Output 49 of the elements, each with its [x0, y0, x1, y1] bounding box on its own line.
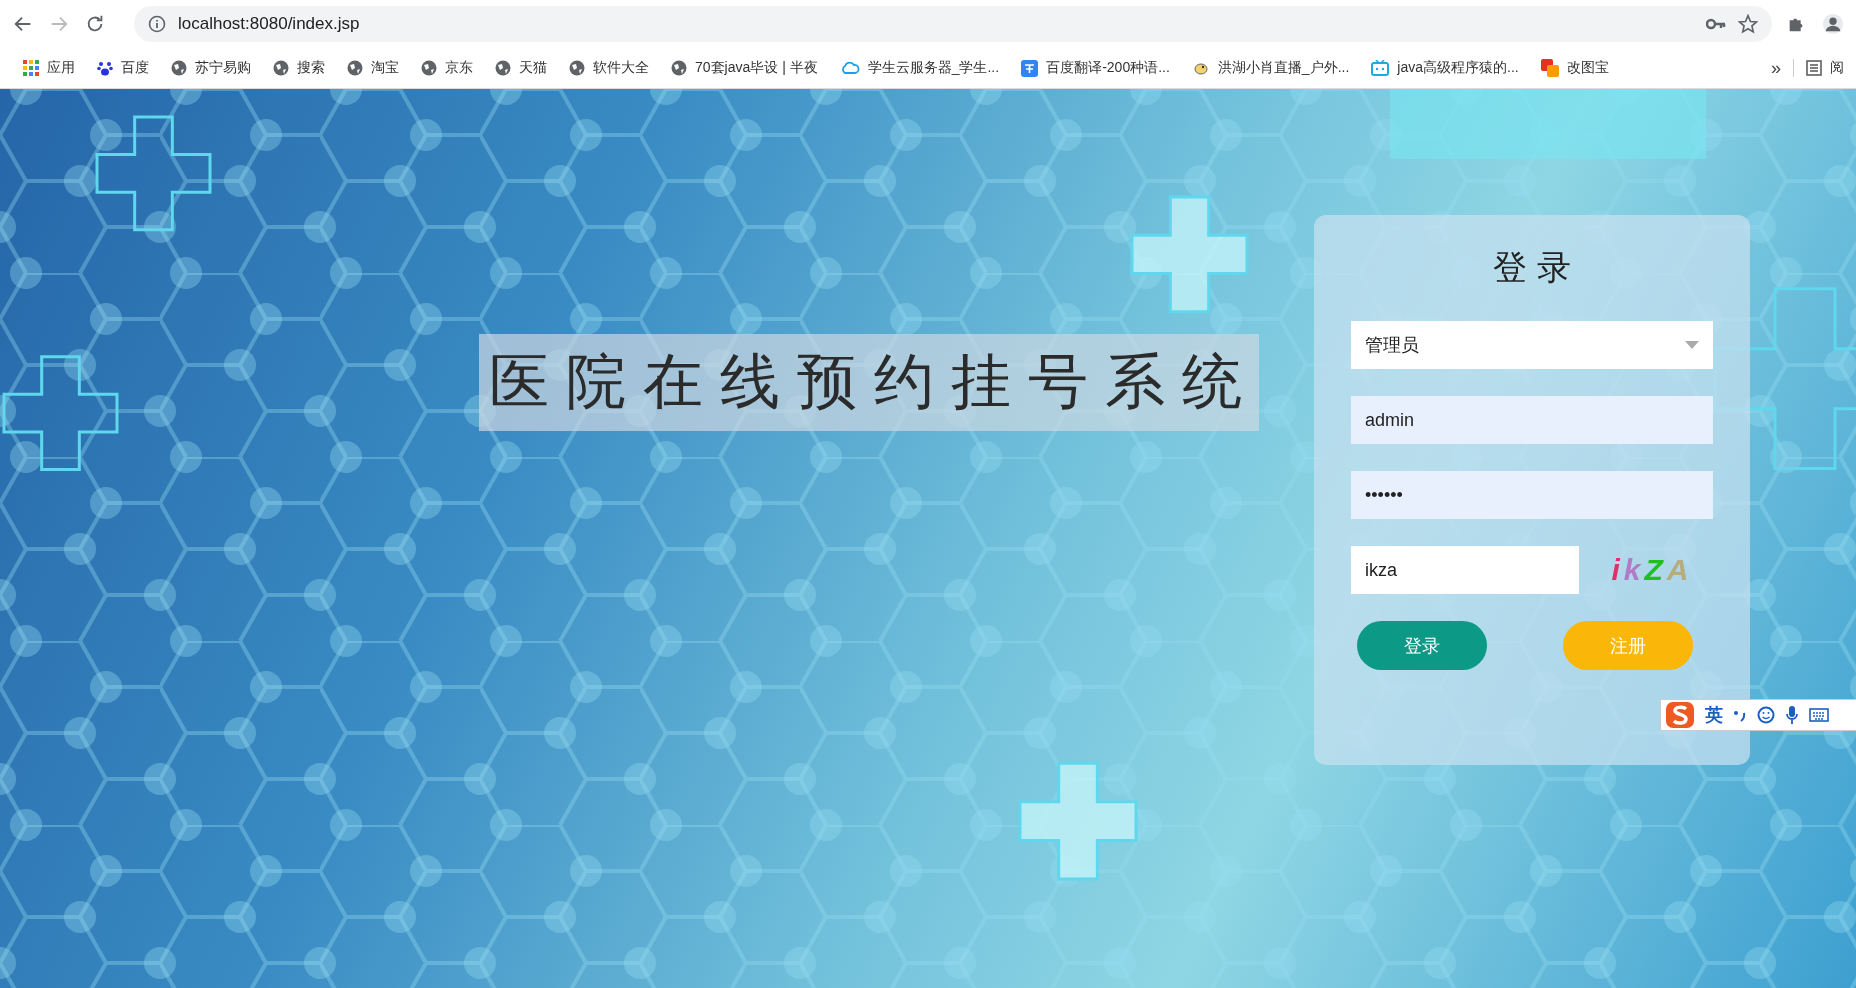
bookmark-link[interactable]: 淘宝	[336, 53, 410, 83]
reading-list-link[interactable]: 阅	[1793, 59, 1844, 77]
password-field[interactable]: ••••••	[1351, 471, 1713, 519]
bookmark-link[interactable]: 天猫	[484, 53, 558, 83]
tv-icon	[1371, 60, 1390, 76]
username-field[interactable]: admin	[1351, 396, 1713, 444]
bookmark-link[interactable]: 洪湖小肖直播_户外...	[1180, 53, 1361, 83]
bookmark-link[interactable]: 70套java毕设 | 半夜	[660, 53, 829, 83]
more-bookmarks-button[interactable]: »	[1759, 57, 1793, 79]
microphone-icon[interactable]	[1785, 705, 1799, 725]
cloud-icon	[839, 60, 860, 76]
address-bar[interactable]: localhost:8080/index.jsp	[134, 6, 1772, 42]
globe-icon	[671, 60, 687, 76]
list-icon	[1806, 60, 1822, 76]
url-text: localhost:8080/index.jsp	[178, 14, 360, 34]
bookmark-link[interactable]: 京东	[410, 53, 484, 83]
star-icon[interactable]	[1738, 14, 1758, 34]
globe-icon	[171, 60, 187, 76]
keyboard-icon[interactable]	[1809, 708, 1829, 722]
sogou-logo-icon[interactable]	[1665, 701, 1695, 729]
role-select[interactable]: 管理员	[1351, 321, 1713, 369]
bookmark-link[interactable]: 百度	[86, 53, 160, 83]
profile-icon[interactable]	[1822, 13, 1844, 35]
apps-grid-icon	[23, 60, 39, 76]
key-icon[interactable]	[1706, 18, 1726, 30]
bookmark-link[interactable]: 改图宝	[1529, 53, 1620, 83]
squares-icon	[1540, 59, 1559, 77]
translate-icon	[1021, 59, 1039, 77]
login-heading: 登 录	[1492, 246, 1572, 289]
bookmark-link[interactable]: 百度翻译-200种语...	[1010, 53, 1181, 83]
input-mode-label[interactable]: 英	[1705, 703, 1723, 727]
bookmark-link[interactable]: 苏宁易购	[160, 53, 262, 83]
captcha-field[interactable]: ikza	[1351, 546, 1579, 594]
globe-icon	[347, 60, 363, 76]
bookmark-link[interactable]: 搜索	[262, 53, 336, 83]
globe-icon	[495, 60, 511, 76]
login-button[interactable]: 登录	[1357, 621, 1487, 670]
bookmark-link[interactable]: 学生云服务器_学生...	[828, 53, 1011, 83]
bookmark-link[interactable]: 应用	[12, 53, 86, 83]
caret-icon	[1685, 341, 1699, 349]
bookmark-link[interactable]: 软件大全	[558, 53, 660, 83]
globe-icon	[569, 60, 585, 76]
info-icon[interactable]	[148, 15, 166, 33]
globe-icon	[273, 60, 289, 76]
bookmark-link[interactable]: java高级程序猿的...	[1360, 53, 1530, 83]
smiley-icon[interactable]	[1757, 706, 1775, 724]
globe-icon	[421, 60, 437, 76]
paw-icon	[97, 60, 113, 76]
system-title: 医院在线预约挂号系统	[479, 334, 1259, 431]
